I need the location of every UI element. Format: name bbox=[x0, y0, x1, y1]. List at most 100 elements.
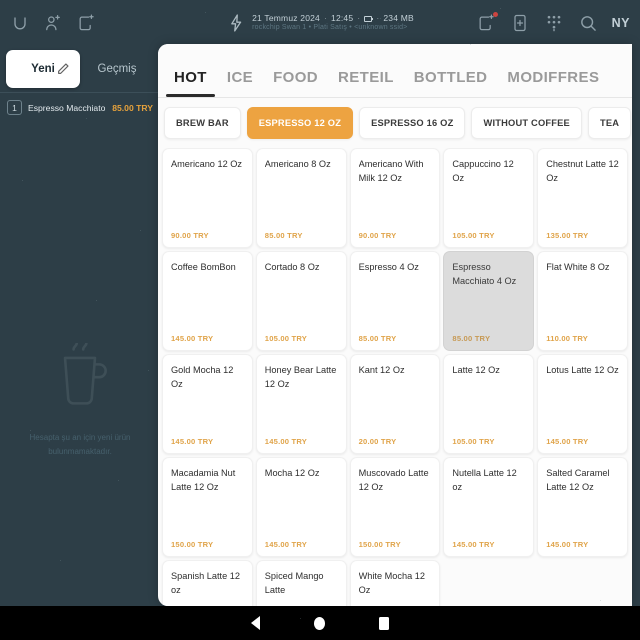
product-card[interactable]: Kant 12 Oz 20.00 TRY bbox=[349, 354, 441, 454]
topbar-right-icon-group: NY bbox=[476, 12, 630, 33]
product-grid-scroll[interactable]: Americano 12 Oz 90.00 TRY Americano 8 Oz 85… bbox=[158, 148, 632, 606]
product-price: 110.00 TRY bbox=[546, 334, 589, 343]
empty-cart-message: Hesapta şu an için yeni ürün bulunmamakt… bbox=[29, 433, 131, 456]
filter-chip-espresso-16-oz[interactable]: ESPRESSO 16 OZ bbox=[359, 107, 466, 139]
product-price: 85.00 TRY bbox=[452, 334, 491, 343]
product-name: Spiced Mango Latte bbox=[264, 571, 324, 595]
product-card[interactable]: Spanish Latte 12 oz bbox=[162, 560, 253, 606]
product-price: 145.00 TRY bbox=[546, 437, 589, 446]
category-tab-modiffres[interactable]: MODIFFRES bbox=[497, 69, 609, 97]
product-price: 90.00 TRY bbox=[171, 231, 209, 240]
product-card[interactable]: Cortado 8 Oz 105.00 TRY bbox=[255, 251, 347, 351]
product-name: Lotus Latte 12 Oz bbox=[546, 365, 619, 375]
product-price: 85.00 TRY bbox=[264, 231, 303, 240]
product-card[interactable]: Mocha 12 Oz 145.00 TRY bbox=[255, 457, 347, 557]
product-card[interactable]: Lotus Latte 12 Oz 145.00 TRY bbox=[537, 354, 628, 454]
product-card[interactable]: Honey Bear Latte 12 Oz 145.00 TRY bbox=[255, 354, 347, 454]
back-triangle-icon[interactable] bbox=[251, 616, 260, 630]
search-icon[interactable] bbox=[578, 13, 598, 33]
filter-chip-tea[interactable]: TEA bbox=[587, 107, 632, 139]
home-circle-icon[interactable] bbox=[314, 616, 325, 630]
product-price: 145.00 TRY bbox=[546, 540, 589, 549]
product-price: 105.00 TRY bbox=[264, 334, 308, 343]
product-name: Coffee BomBon bbox=[171, 262, 236, 272]
add-card-icon[interactable] bbox=[510, 13, 530, 33]
order-tab-yeni[interactable]: Yeni bbox=[6, 50, 80, 88]
keypad-icon[interactable] bbox=[544, 13, 564, 33]
add-person-icon[interactable] bbox=[43, 13, 63, 33]
product-card[interactable]: Muscovado Latte 12 Oz 150.00 TRY bbox=[349, 457, 441, 557]
product-card[interactable]: Macadamia Nut Latte 12 Oz 150.00 TRY bbox=[162, 457, 253, 557]
filter-chip-without-coffee[interactable]: WITHOUT COFFEE bbox=[471, 107, 582, 139]
subcategory-filter-row: BREW BAR ESPRESSO 12 OZ ESPRESSO 16 OZ WITH… bbox=[158, 98, 632, 146]
product-name: Spanish Latte 12 oz bbox=[171, 571, 240, 595]
category-tab-food[interactable]: FOOD bbox=[263, 69, 328, 97]
product-card[interactable]: Cappuccino 12 Oz 105.00 TRY bbox=[443, 148, 535, 248]
order-panel: Yeni Geçmiş 1 Espresso Macchiato 4 Oz 85.0… bbox=[0, 46, 160, 606]
category-tab-ice[interactable]: ICE bbox=[217, 69, 263, 97]
product-card[interactable]: Nutella Latte 12 oz 145.00 TRY bbox=[443, 457, 535, 557]
product-name: Honey Bear Latte 12 Oz bbox=[264, 365, 337, 389]
product-name: Salted Caramel Latte 12 Oz bbox=[546, 468, 610, 492]
status-date: 21 Temmuz 2024 bbox=[252, 13, 320, 24]
product-name: Americano With Milk 12 Oz bbox=[358, 159, 424, 183]
cup-icon bbox=[53, 343, 107, 405]
category-tab-hot[interactable]: HOT bbox=[164, 69, 217, 97]
product-card[interactable]: Americano 12 Oz 90.00 TRY bbox=[162, 148, 253, 248]
meta-separator-3: · bbox=[376, 13, 380, 24]
category-tab-bottled[interactable]: BOTTLED bbox=[404, 69, 498, 97]
product-card[interactable]: Flat White 8 Oz 110.00 TRY bbox=[537, 251, 628, 351]
product-price: 145.00 TRY bbox=[264, 437, 308, 446]
product-price: 105.00 TRY bbox=[452, 437, 495, 446]
meta-separator-2: · bbox=[357, 13, 361, 24]
product-price: 20.00 TRY bbox=[358, 437, 397, 446]
product-card[interactable]: Coffee BomBon 145.00 TRY bbox=[162, 251, 253, 351]
product-name: Cortado 8 Oz bbox=[264, 262, 320, 272]
pencil-icon[interactable] bbox=[56, 62, 70, 76]
product-card[interactable]: Espresso Macchiato 4 Oz 85.00 TRY bbox=[443, 251, 535, 351]
user-initials[interactable]: NY bbox=[612, 16, 630, 30]
filter-chip-espresso-12-oz[interactable]: ESPRESSO 12 OZ bbox=[246, 107, 354, 139]
arc-icon[interactable] bbox=[10, 13, 30, 33]
product-price: 85.00 TRY bbox=[358, 334, 397, 343]
product-name: Muscovado Latte 12 Oz bbox=[358, 468, 429, 492]
product-card[interactable]: Latte 12 Oz 105.00 TRY bbox=[443, 354, 535, 454]
product-card[interactable]: Chestnut Latte 12 Oz 135.00 TRY bbox=[537, 148, 628, 248]
product-card[interactable]: Espresso 4 Oz 85.00 TRY bbox=[349, 251, 441, 351]
order-item-name: Espresso Macchiato 4 Oz bbox=[28, 102, 106, 113]
product-card[interactable]: Americano 8 Oz 85.00 TRY bbox=[255, 148, 347, 248]
flash-icon bbox=[226, 13, 246, 33]
product-card[interactable]: Gold Mocha 12 Oz 145.00 TRY bbox=[162, 354, 253, 454]
order-tab-bar: Yeni Geçmiş bbox=[0, 46, 160, 90]
order-item-list: 1 Espresso Macchiato 4 Oz 85.00 TRY bbox=[0, 93, 160, 122]
order-item-row[interactable]: 1 Espresso Macchiato 4 Oz 85.00 TRY bbox=[0, 93, 160, 122]
logout-icon[interactable] bbox=[76, 13, 96, 33]
product-price: 150.00 TRY bbox=[171, 540, 214, 549]
android-navigation-bar bbox=[0, 606, 640, 640]
product-price: 90.00 TRY bbox=[358, 231, 397, 240]
order-item-price: 85.00 TRY bbox=[112, 102, 153, 113]
product-card[interactable]: Spiced Mango Latte bbox=[255, 560, 347, 606]
product-name: White Mocha 12 Oz bbox=[358, 571, 425, 595]
recents-square-icon[interactable] bbox=[379, 616, 389, 630]
product-name: Espresso Macchiato 4 Oz bbox=[452, 262, 517, 286]
product-card[interactable]: Americano With Milk 12 Oz 90.00 TRY bbox=[349, 148, 441, 248]
product-name: Kant 12 Oz bbox=[358, 365, 405, 375]
category-tab-reteil[interactable]: RETEIL bbox=[328, 69, 404, 97]
empty-cart-area: Hesapta şu an için yeni ürün bulunmamakt… bbox=[0, 196, 160, 606]
exit-alert-icon[interactable] bbox=[476, 12, 498, 33]
product-name: Macadamia Nut Latte 12 Oz bbox=[171, 468, 236, 492]
status-memory: 234 MB bbox=[383, 13, 414, 24]
pos-app-screen: 21 Temmuz 2024 · 12:45 · · 234 MB rockch… bbox=[0, 0, 640, 640]
product-card[interactable]: Salted Caramel Latte 12 Oz 145.00 TRY bbox=[537, 457, 628, 557]
memory-icon bbox=[364, 15, 374, 22]
product-card[interactable]: White Mocha 12 Oz bbox=[349, 560, 441, 606]
product-name: Latte 12 Oz bbox=[452, 365, 500, 375]
filter-chip-brew-bar[interactable]: BREW BAR bbox=[164, 107, 241, 139]
product-price: 105.00 TRY bbox=[452, 231, 495, 240]
device-meta: 21 Temmuz 2024 · 12:45 · · 234 MB rockch… bbox=[252, 13, 414, 32]
product-name: Mocha 12 Oz bbox=[264, 468, 320, 478]
product-name: Flat White 8 Oz bbox=[546, 262, 610, 272]
order-tab-gecmis[interactable]: Geçmiş bbox=[80, 50, 154, 88]
product-price: 145.00 TRY bbox=[452, 540, 495, 549]
